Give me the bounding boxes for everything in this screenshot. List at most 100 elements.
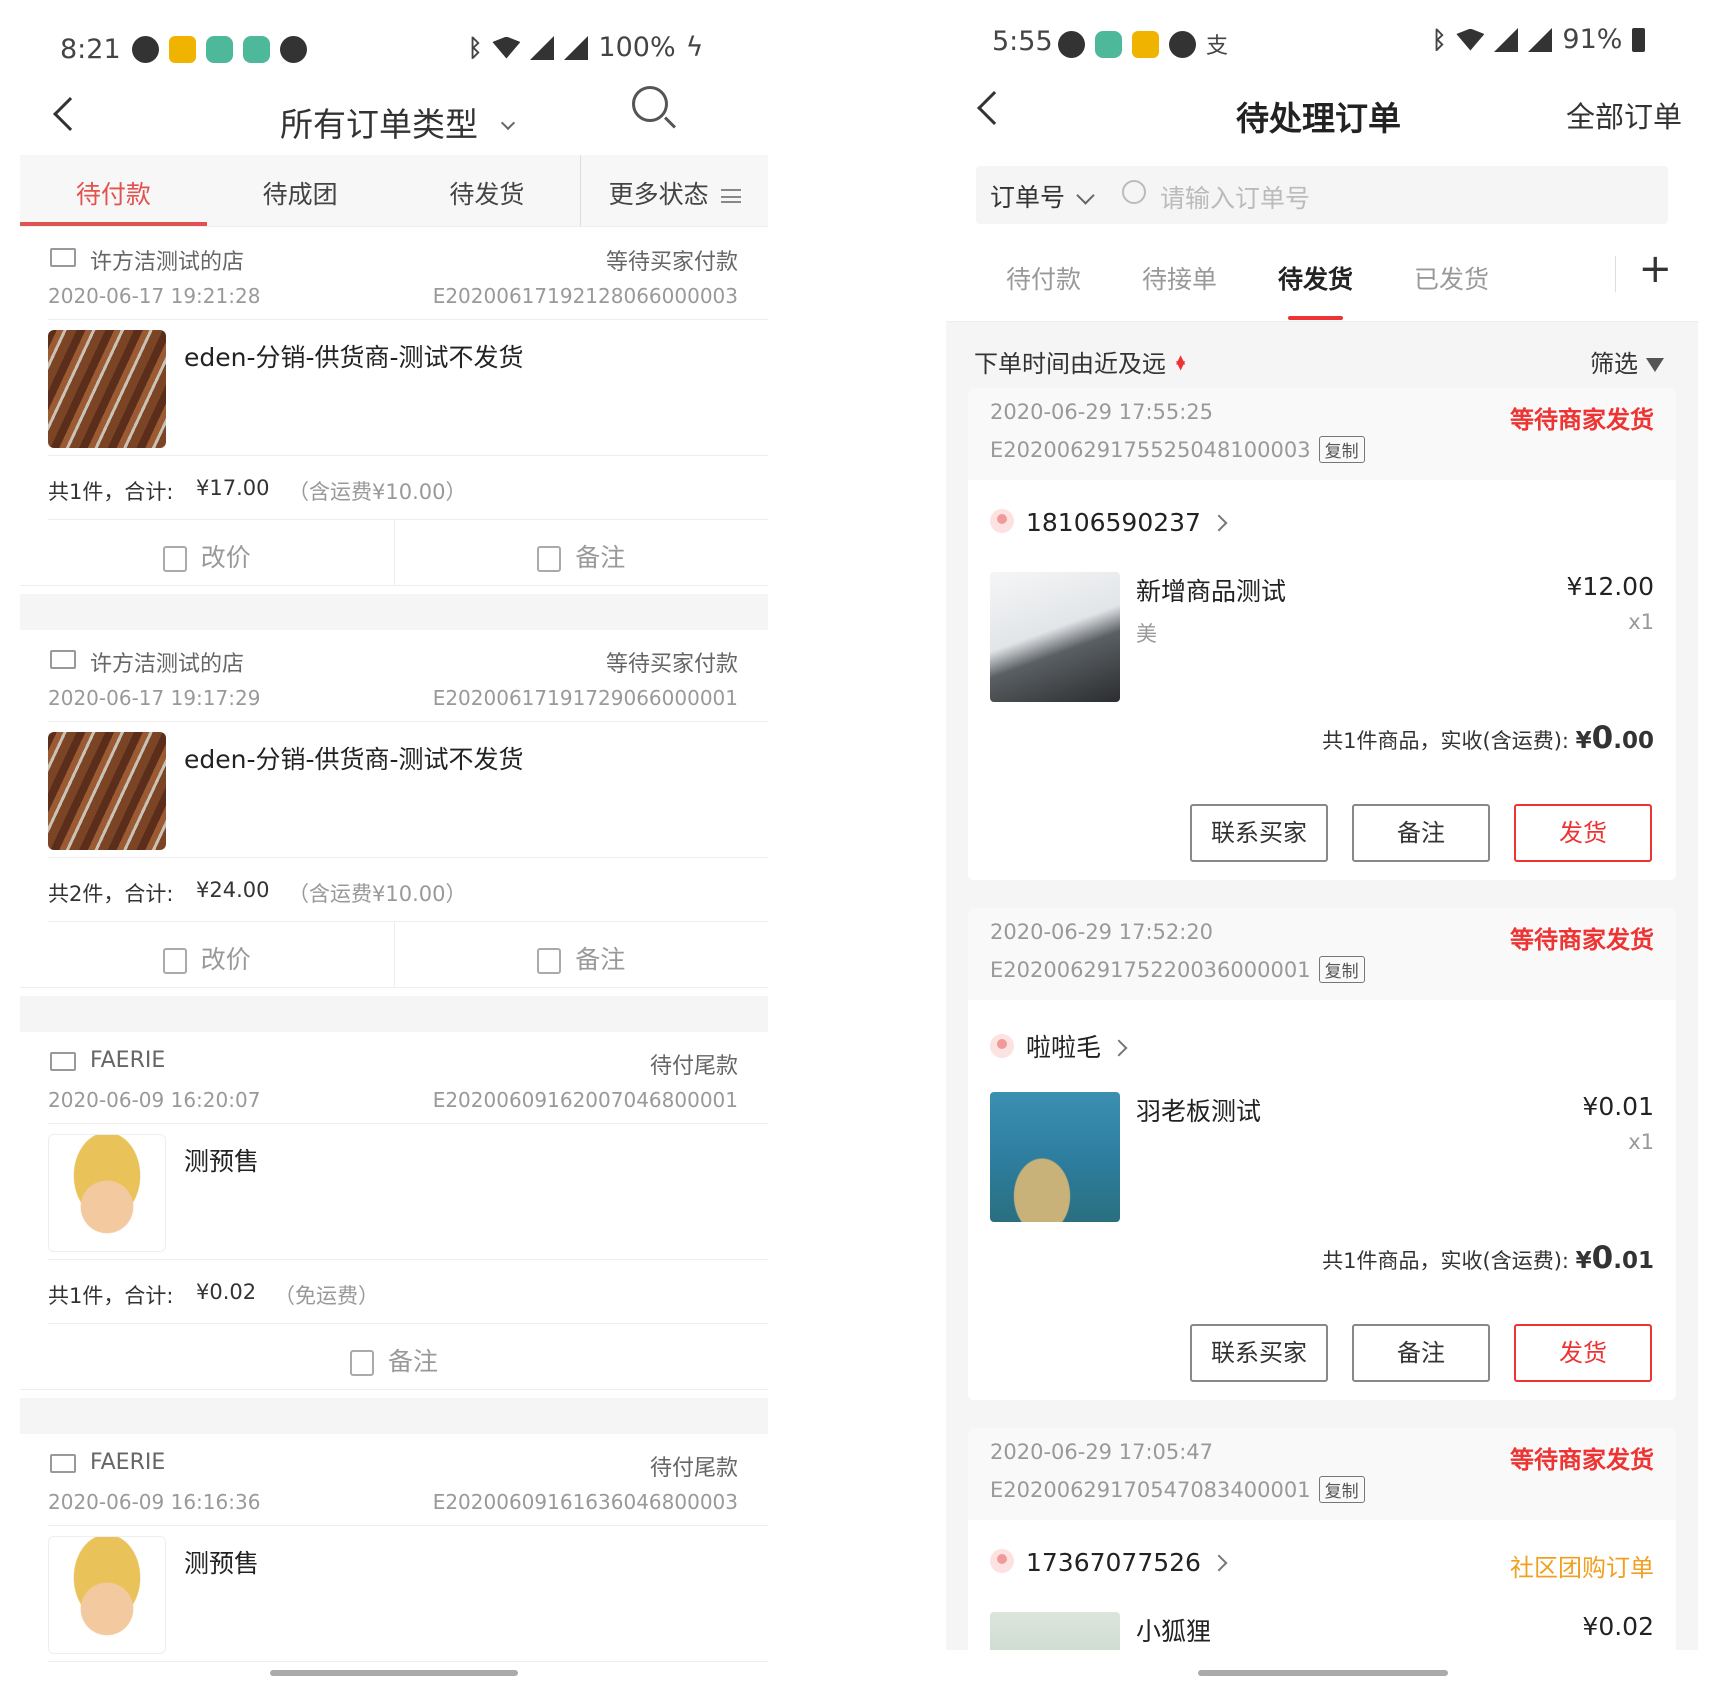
copy-button[interactable]: 复制 (1318, 436, 1365, 463)
signal-icon (564, 35, 589, 60)
copy-button[interactable]: 复制 (1318, 956, 1365, 983)
contact-buyer-button[interactable]: 联系买家 (1190, 804, 1328, 862)
group-buy-tag: 社区团购订单 (1510, 1554, 1654, 1582)
battery-percent: 91% (1562, 24, 1623, 55)
order-card[interactable]: 许方洁测试的店 等待买家付款 2020-06-17 19:17:29 E202006… (20, 630, 768, 988)
item-count: 共1件，合计: (48, 1284, 174, 1308)
order-date: 2020-06-29 17:52:20 (990, 920, 1214, 944)
order-date: 2020-06-17 19:21:28 (48, 284, 261, 308)
boss-icon (1095, 30, 1122, 58)
tab-pending-accept[interactable]: 待接单 (1142, 260, 1217, 296)
product-name: 新增商品测试 (1136, 577, 1287, 606)
change-price-button[interactable]: 改价 (20, 520, 394, 585)
header: 所有订单类型 (20, 86, 768, 154)
ship-button[interactable]: 发货 (1514, 1324, 1652, 1382)
remark-button[interactable]: 备注 (1352, 804, 1490, 862)
shop-icon (50, 1454, 76, 1473)
wifi-icon (492, 36, 521, 59)
battery-percent: 100% (598, 32, 676, 63)
tab-shipped[interactable]: 已发货 (1414, 260, 1489, 296)
order-number: E20200617192128066000003 (432, 284, 738, 308)
tab-more-status[interactable]: 更多状态 (580, 155, 768, 226)
add-icon[interactable]: + (1638, 246, 1672, 292)
order-number: E20200609161636046800003 (432, 1490, 738, 1514)
remark-button[interactable]: 备注 (393, 922, 769, 987)
filter-icon (1646, 358, 1664, 372)
item-count: 共2件，合计: (48, 882, 174, 906)
buyer-link[interactable]: 17367077526 (990, 1548, 1228, 1577)
buyer-link[interactable]: 18106590237 (990, 508, 1228, 537)
order-date: 2020-06-17 19:17:29 (48, 686, 261, 710)
search-input[interactable]: 请输入订单号 (1160, 179, 1310, 215)
order-number-row: E20200629170547083400001 复制 (990, 1476, 1365, 1503)
back-icon[interactable] (53, 97, 87, 131)
notification-icons: 支 (1058, 28, 1228, 60)
back-icon[interactable] (977, 91, 1011, 125)
remark-button[interactable]: 备注 (393, 520, 769, 585)
status-time: 5:55 (992, 26, 1053, 57)
status-time: 8:21 (60, 34, 121, 65)
contact-buyer-button[interactable]: 联系买家 (1190, 1324, 1328, 1382)
battery-icon (1632, 27, 1646, 52)
page-title[interactable]: 所有订单类型 (280, 98, 515, 146)
product-name: eden-分销-供货商-测试不发货 (184, 343, 524, 372)
product-qty: x1 (1628, 610, 1654, 634)
order-card[interactable]: 2020-06-29 17:52:20 E2020062917522003600… (968, 908, 1676, 1400)
tab-pending-shipment[interactable]: 待发货 (1278, 260, 1353, 320)
remark-button[interactable]: 备注 (1352, 1324, 1490, 1382)
person-icon (990, 509, 1014, 533)
home-indicator[interactable] (1198, 1670, 1448, 1676)
ship-button[interactable]: 发货 (1514, 804, 1652, 862)
boss-icon (206, 36, 233, 63)
order-card[interactable]: FAERIE 待付尾款 2020-06-09 16:20:07 E202006091… (20, 1032, 768, 1390)
product-qty: x1 (1628, 1130, 1654, 1154)
order-total: ¥17.00 (196, 476, 270, 500)
left-screen: 8:21 ᛒ 100% ϟ 所有订单类型 待付款 待成团 待发货 更多状态 许方… (20, 0, 768, 1694)
remark-button[interactable]: 备注 (20, 1324, 768, 1389)
freight-note: （含运费¥10.00） (288, 882, 467, 906)
sort-toggle[interactable]: 下单时间由近及远 ▲ ▼ (974, 344, 1185, 379)
order-total: ¥0.02 (196, 1280, 257, 1304)
boss-icon (243, 36, 270, 63)
tab-pending-payment[interactable]: 待付款 (20, 155, 207, 226)
bluetooth-icon: ᛒ (468, 33, 483, 62)
shop-name: 许方洁测试的店 (90, 250, 245, 275)
filter-button[interactable]: 筛选 (1590, 344, 1664, 379)
order-number: E20200609162007046800001 (432, 1088, 738, 1112)
checklist-icon (537, 546, 562, 572)
product-image (48, 330, 166, 448)
buyer-link[interactable]: 啦啦毛 (990, 1028, 1128, 1064)
chevron-right-icon (1210, 514, 1228, 532)
system-icons: ᛒ 100% ϟ (468, 32, 703, 63)
search-icon[interactable] (632, 86, 668, 122)
tab-pending-payment[interactable]: 待付款 (1006, 260, 1081, 296)
change-price-button[interactable]: 改价 (20, 922, 394, 987)
alipay-icon: 支 (1206, 34, 1229, 59)
search-bar[interactable]: 订单号 请输入订单号 (976, 166, 1668, 224)
copy-button[interactable]: 复制 (1318, 1476, 1365, 1503)
shop-name: 许方洁测试的店 (90, 652, 245, 677)
price-tag-icon (162, 546, 187, 572)
product-name: 测预售 (184, 1549, 260, 1578)
product-image (990, 1092, 1120, 1222)
search-icon (1122, 180, 1146, 204)
order-card[interactable]: 2020-06-29 17:55:25 E2020062917552504810… (968, 388, 1676, 880)
item-count: 共1件，合计: (48, 480, 174, 504)
right-screen: 5:55 支 ᛒ 91% 待处理订单 全部订单 订单号 请输入订单号 待付款 待… (946, 0, 1698, 1694)
price-tag-icon (162, 948, 187, 974)
separator (20, 1398, 768, 1434)
home-indicator[interactable] (270, 1670, 518, 1676)
search-type-select[interactable]: 订单号 (990, 178, 1095, 214)
order-card[interactable]: 许方洁测试的店 等待买家付款 2020-06-17 19:21:28 E202006… (20, 228, 768, 586)
order-total: ¥24.00 (196, 878, 270, 902)
shop-icon (50, 248, 76, 267)
all-orders-link[interactable]: 全部订单 (1566, 94, 1682, 136)
order-card[interactable]: FAERIE 待付尾款 2020-06-09 16:16:36 E202006091… (20, 1434, 768, 1662)
order-status: 待付尾款 (649, 1054, 738, 1079)
sort-bar: 下单时间由近及远 ▲ ▼ 筛选 (946, 322, 1698, 398)
tab-pending-group[interactable]: 待成团 (207, 155, 394, 226)
order-number: E20200617191729066000001 (432, 686, 738, 710)
separator (20, 594, 768, 630)
tab-pending-shipment[interactable]: 待发货 (394, 155, 581, 226)
charging-icon: ϟ (685, 32, 704, 63)
